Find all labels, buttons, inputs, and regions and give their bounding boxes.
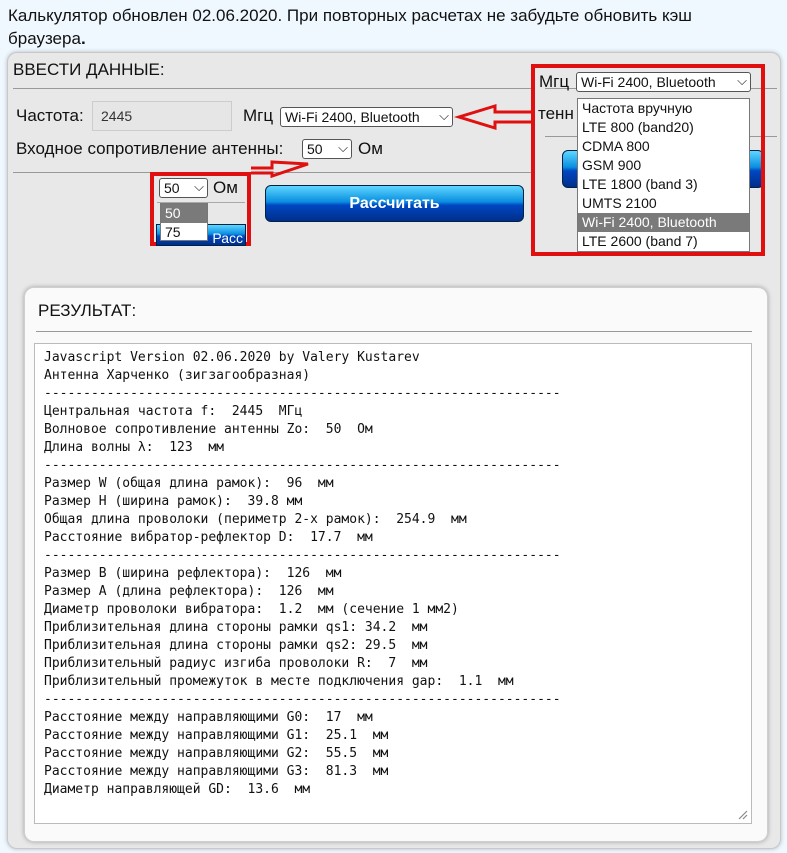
result-line: Антенна Харченко (зигзагообразная) — [44, 368, 311, 383]
band-option[interactable]: LTE 1800 (band 3) — [578, 175, 749, 194]
impedance-unit-label: Ом — [358, 139, 383, 158]
result-line: ----------------------------------------… — [44, 692, 561, 707]
band-select[interactable]: Wi-Fi 2400, Bluetooth ⌵ — [280, 107, 453, 127]
band-select-value: Wi-Fi 2400, Bluetooth — [285, 109, 420, 125]
result-line: Расстояние вибратор-рефлектор D: 17.7 мм — [44, 530, 373, 545]
result-line: ----------------------------------------… — [44, 386, 561, 401]
impedance-option[interactable]: 75 — [161, 223, 207, 242]
result-line: Диаметр проволоки вибратора: 1.2 мм (сеч… — [44, 602, 459, 617]
result-line: ----------------------------------------… — [44, 548, 561, 563]
impedance-option[interactable]: 50 — [161, 204, 207, 223]
band-select-zoomed[interactable]: Wi-Fi 2400, Bluetooth ⌵ — [576, 72, 751, 92]
result-line: Диаметр направляющей GD: 13.6 мм — [44, 782, 311, 797]
result-line: Приблизительная длина стороны рамки qs1:… — [44, 620, 428, 635]
update-notice: Калькулятор обновлен 02.06.2020. При пов… — [8, 4, 768, 50]
frequency-input[interactable] — [92, 101, 232, 131]
band-option[interactable]: GSM 900 — [578, 156, 749, 175]
result-line: Размер H (ширина рамок): 39.8 мм — [44, 494, 303, 509]
impedance-select-zoomed[interactable]: 50 ⌵ — [159, 178, 208, 198]
chevron-down-icon: ⌵ — [194, 179, 204, 194]
result-line: Размер B (ширина рефлектора): 126 мм — [44, 566, 342, 581]
impedance-select-zoomed-value: 50 — [164, 180, 180, 196]
result-line: Длина волны λ: 123 мм — [44, 440, 225, 455]
chevron-down-icon: ⌵ — [338, 140, 348, 155]
frequency-label: Частота: — [16, 106, 84, 125]
result-title: РЕЗУЛЬТАТ: — [38, 301, 137, 320]
result-line: Размер A (длина рефлектора): 126 мм — [44, 584, 334, 599]
band-option[interactable]: Wi-Fi 2400, Bluetooth — [578, 213, 749, 232]
chevron-down-icon: ⌵ — [737, 73, 747, 88]
band-option[interactable]: LTE 2600 (band 7) — [578, 232, 749, 251]
band-option[interactable]: Частота вручную — [578, 99, 749, 118]
result-line: Расстояние между направляющими G0: 17 мм — [44, 710, 373, 725]
result-text: Javascript Version 02.06.2020 by Valery … — [44, 349, 561, 799]
band-select-zoomed-value: Wi-Fi 2400, Bluetooth — [581, 74, 716, 90]
update-notice-dot: . — [80, 29, 86, 48]
band-option[interactable]: UMTS 2100 — [578, 194, 749, 213]
band-options-list: Частота вручную LTE 800 (band20) CDMA 80… — [577, 98, 750, 252]
result-line: Расстояние между направляющими G2: 55.5 … — [44, 746, 389, 761]
result-line: Расстояние между направляющими G3: 81.3 … — [44, 764, 389, 779]
band-option[interactable]: LTE 800 (band20) — [578, 118, 749, 137]
frequency-unit-label: Мгц — [243, 106, 274, 125]
divider-middle — [13, 172, 533, 173]
result-line: Приблизительная длина стороны рамки qs2:… — [44, 638, 428, 653]
band-option[interactable]: CDMA 800 — [578, 137, 749, 156]
impedance-select[interactable]: 50 ⌵ — [302, 139, 352, 159]
result-line: Расстояние между направляющими G1: 25.1 … — [44, 728, 389, 743]
impedance-select-value: 50 — [307, 141, 323, 157]
result-line: Приблизительный промежуток в месте подкл… — [44, 674, 514, 689]
input-panel-title: ВВЕСТИ ДАННЫЕ: — [13, 60, 165, 79]
band-zoom-unit: Мгц — [539, 72, 570, 91]
divider-top — [13, 88, 533, 89]
impedance-options-list: 50 75 — [160, 203, 208, 241]
result-divider — [36, 331, 752, 332]
update-notice-text: Калькулятор обновлен 02.06.2020. При пов… — [8, 6, 692, 48]
result-line: Javascript Version 02.06.2020 by Valery … — [44, 350, 420, 365]
impedance-label: Входное сопротивление антенны: — [16, 139, 284, 158]
result-line: Волновое сопротивление антенны Zo: 50 Ом — [44, 422, 373, 437]
result-line: Центральная частота f: 2445 МГц — [44, 404, 303, 419]
result-line: Общая длина проволоки (периметр 2-х рамо… — [44, 512, 467, 527]
result-line: Приблизительный радиус изгиба проволоки … — [44, 656, 428, 671]
result-line: ----------------------------------------… — [44, 458, 561, 473]
resize-grip-icon[interactable] — [736, 808, 748, 820]
impedance-zoom-unit: Ом — [213, 178, 238, 197]
calculate-button[interactable]: Рассчитать — [265, 185, 524, 222]
chevron-down-icon: ⌵ — [439, 108, 449, 123]
result-line: Размер W (общая длина рамок): 96 мм — [44, 476, 334, 491]
